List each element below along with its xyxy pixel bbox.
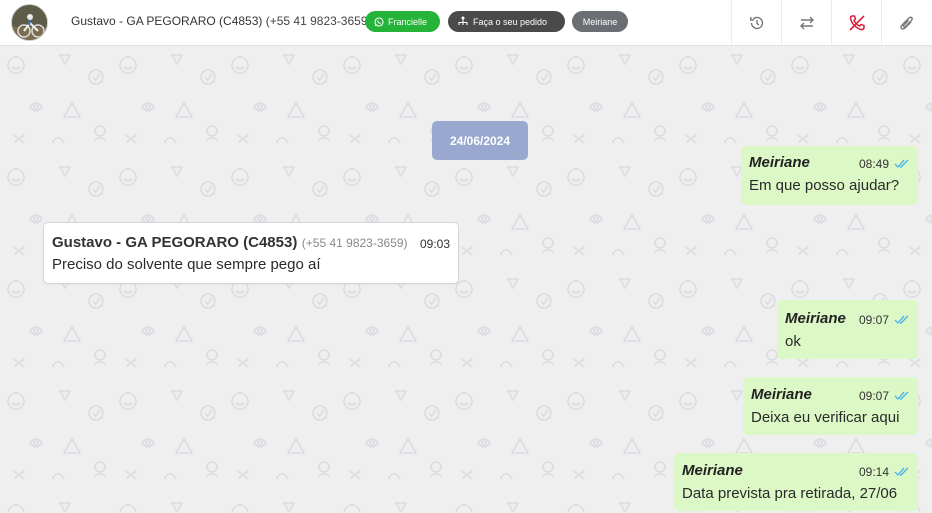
message-sender: Meiriane (749, 154, 810, 171)
message-outgoing[interactable]: Meiriane 08:49 Em que posso ajudar? (741, 146, 918, 205)
message-meta: 09:07 (859, 313, 910, 327)
message-meta: 09:03 (420, 237, 450, 251)
message-incoming[interactable]: Gustavo - GA PEGORARO (C4853) (+55 41 98… (43, 222, 459, 284)
date-separator: 24/06/2024 (432, 121, 528, 160)
message-time: 09:07 (858, 389, 889, 403)
order-tag[interactable]: Faça o seu pedido (448, 11, 565, 32)
read-ticks-icon (894, 159, 909, 169)
message-sender: Meiriane (785, 310, 846, 327)
message-sender-phone: (+55 41 9823-3659) (301, 236, 408, 250)
message-time: 08:49 (858, 157, 889, 171)
read-ticks-icon (894, 391, 909, 401)
contact-avatar[interactable] (11, 4, 48, 41)
whatsapp-agent-tag[interactable]: Francielle (365, 11, 440, 32)
message-outgoing[interactable]: Meiriane 09:14 Data prevista pra retirad… (674, 453, 918, 511)
order-tag-label: Faça o seu pedido (473, 16, 548, 27)
message-outgoing[interactable]: Meiriane 09:07 Deixa eu verificar aqui (743, 377, 918, 435)
attach-button[interactable] (881, 0, 931, 46)
chat-header: Gustavo - GA PEGORARO (C4853) (+55 41 98… (0, 0, 932, 46)
whatsapp-icon (374, 16, 384, 27)
message-time: 09:07 (858, 313, 889, 327)
chat-area: 24/06/2024 Meiriane 08:49 Em que posso a… (0, 47, 932, 513)
contact-title: Gustavo - GA PEGORARO (C4853) (+55 41 98… (71, 14, 372, 28)
message-text: Em que posso ajudar? (749, 177, 900, 194)
message-time: 09:14 (858, 465, 889, 479)
transfer-button[interactable] (781, 0, 831, 46)
transfer-icon (799, 16, 814, 30)
message-sender-line: Gustavo - GA PEGORARO (C4853) (+55 41 98… (52, 234, 408, 252)
message-outgoing[interactable]: Meiriane 09:07 ok (777, 300, 918, 359)
read-ticks-icon (894, 467, 909, 477)
message-meta: 09:14 (859, 465, 910, 479)
read-ticks-icon (894, 315, 909, 325)
message-time: 09:03 (419, 237, 450, 251)
message-meta: 09:07 (859, 389, 910, 403)
history-button[interactable] (731, 0, 781, 46)
history-icon (749, 16, 763, 30)
message-meta: 08:49 (859, 157, 910, 171)
contact-phone: (+55 41 9823-3659) (265, 14, 372, 28)
message-text: Preciso do solvente que sempre pego aí (52, 256, 321, 273)
message-text: Deixa eu verificar aqui (751, 409, 900, 426)
message-sender: Meiriane (751, 386, 812, 403)
hangup-call-icon (848, 15, 865, 31)
message-sender: Gustavo - GA PEGORARO (C4853) (52, 234, 298, 251)
message-text: Data prevista pra retirada, 27/06 (682, 485, 898, 502)
hangup-call-button[interactable] (831, 0, 881, 46)
contact-name: Gustavo - GA PEGORARO (C4853) (71, 14, 263, 28)
assignee-tag-label: Meiriane (582, 16, 618, 27)
message-sender: Meiriane (682, 462, 743, 479)
whatsapp-agent-label: Francielle (388, 16, 428, 27)
assignee-tag[interactable]: Meiriane (572, 11, 628, 32)
flow-icon (458, 16, 468, 25)
message-text: ok (785, 333, 801, 350)
attach-icon (899, 16, 913, 30)
